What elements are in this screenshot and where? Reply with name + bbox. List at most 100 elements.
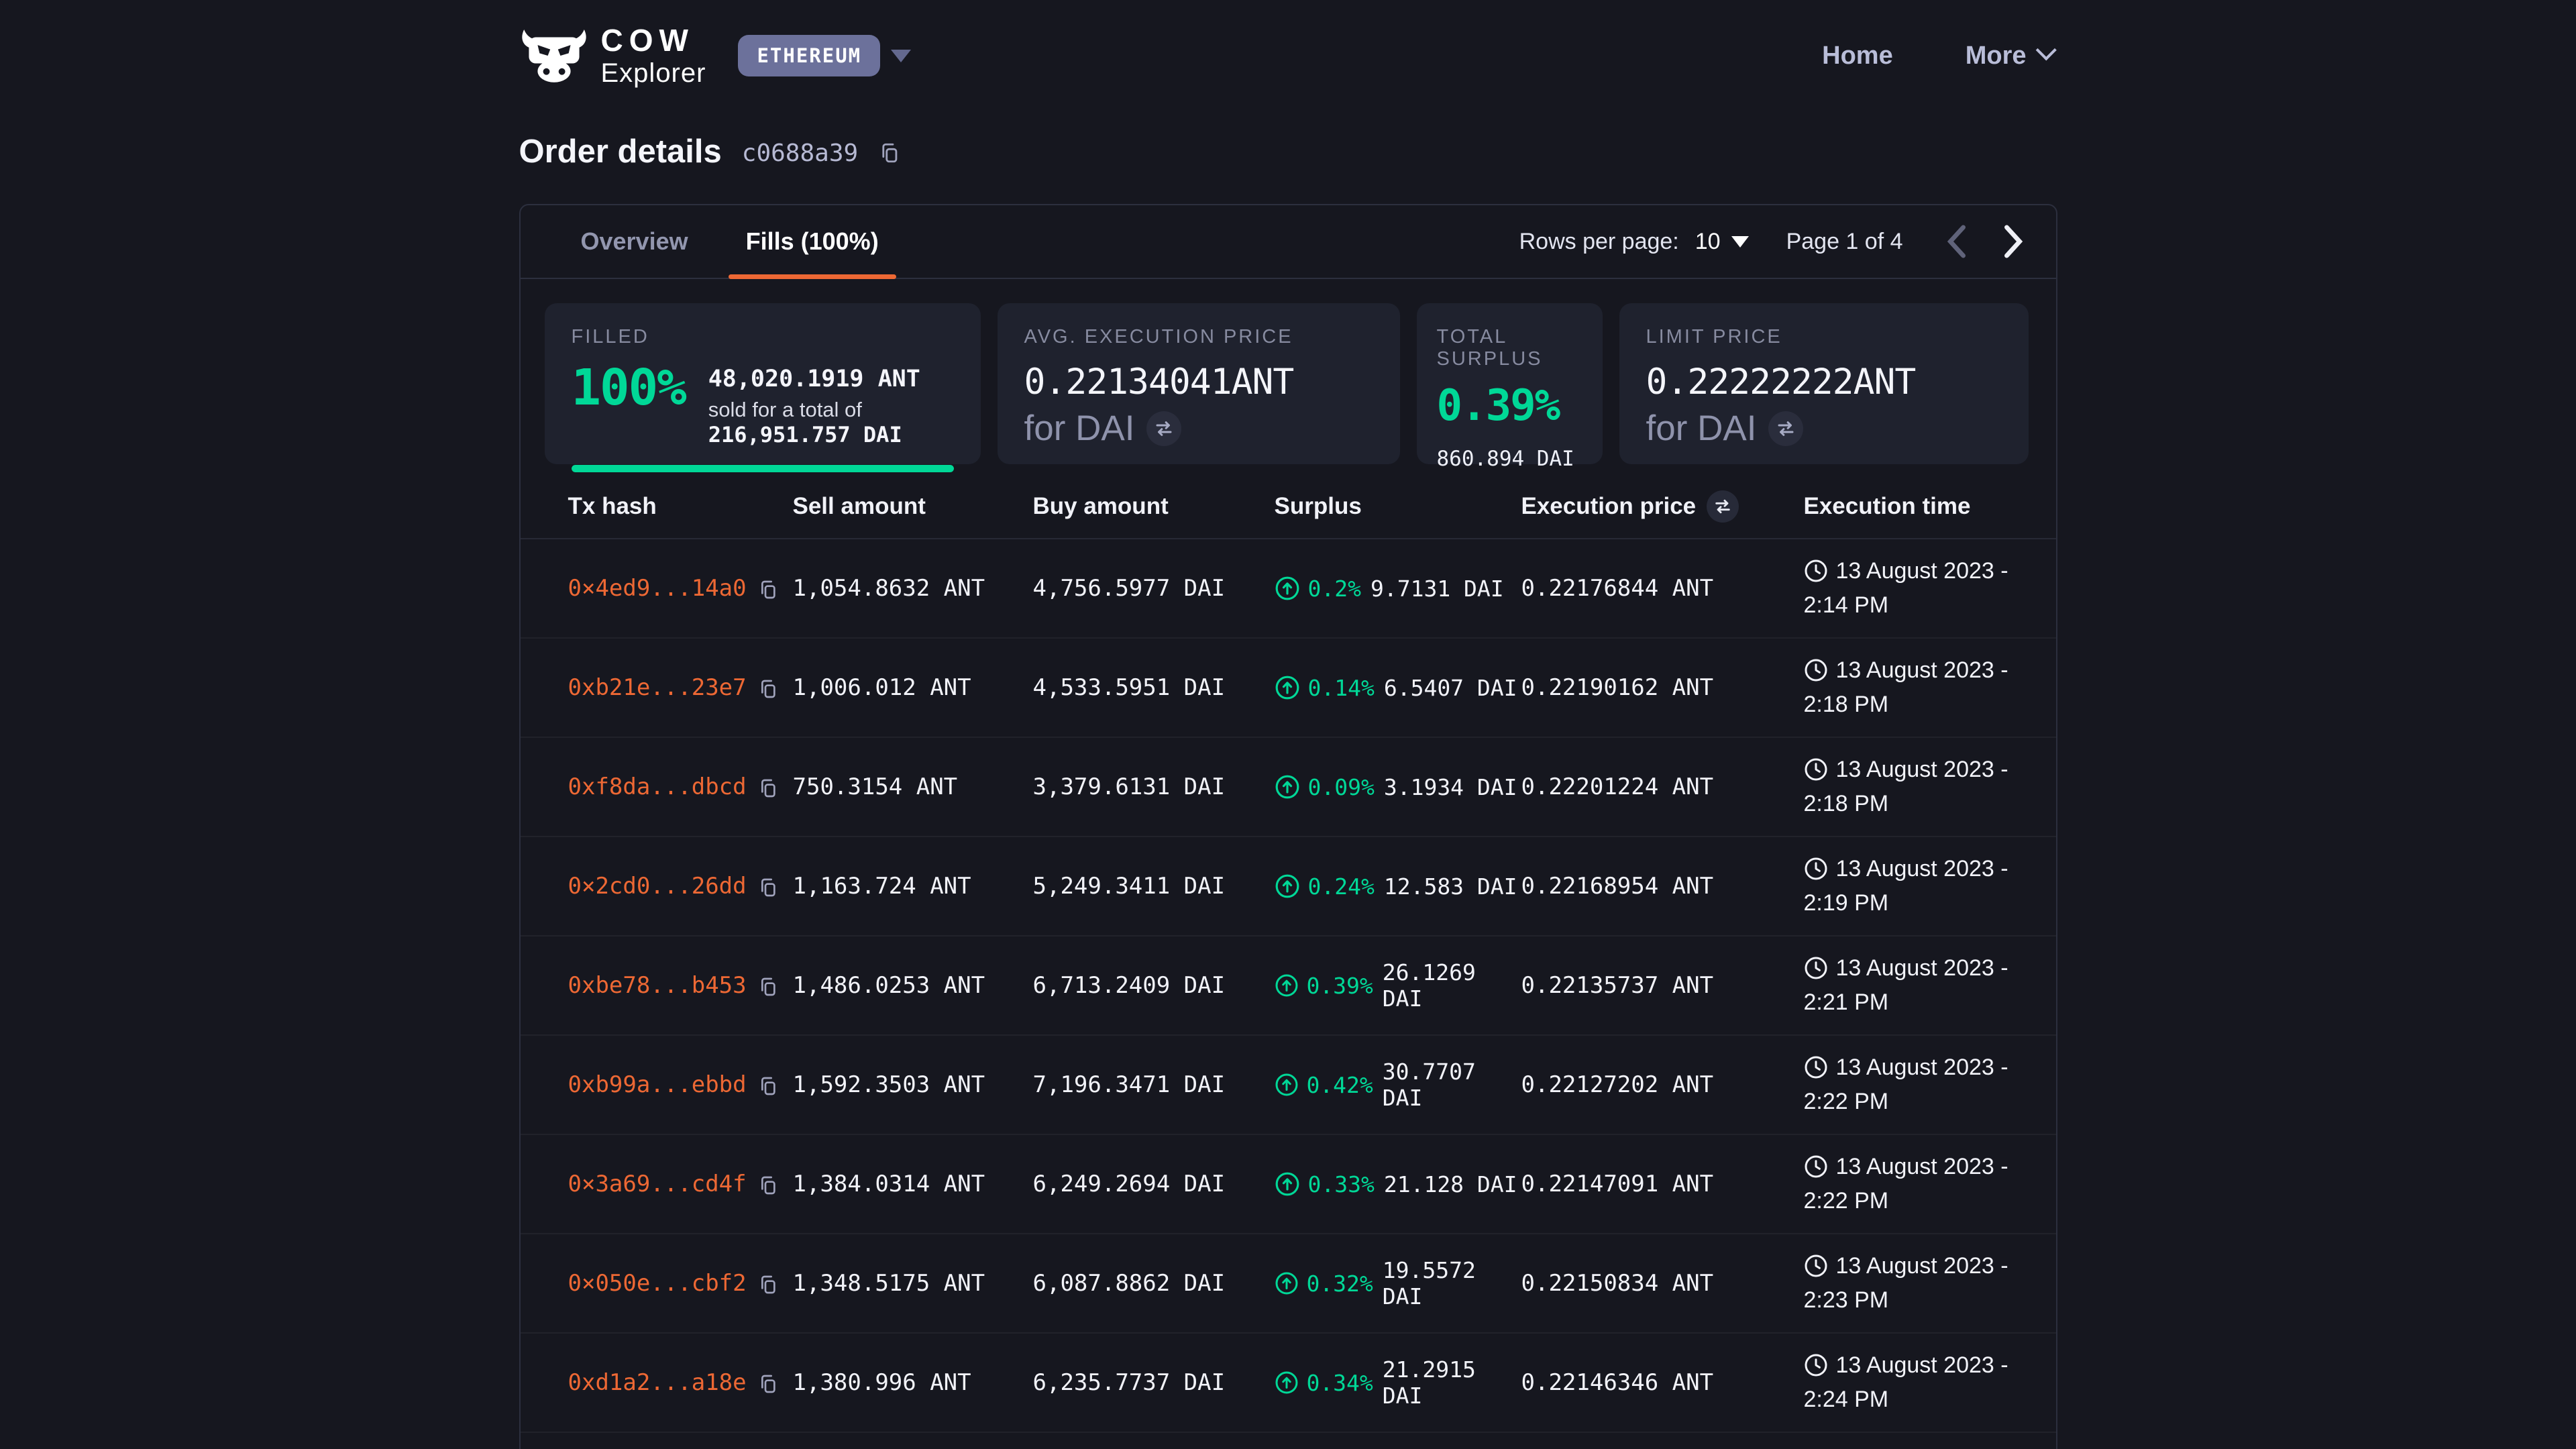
order-panel: Overview Fills (100%) Rows per page: 10 … xyxy=(519,204,2057,1449)
cow-head-icon xyxy=(519,28,589,83)
clock-icon xyxy=(1804,1155,1828,1179)
clock-icon xyxy=(1804,1254,1828,1278)
network-caret-icon xyxy=(891,50,911,62)
chevron-left-icon xyxy=(1946,225,1968,258)
invert-limit-price-button[interactable] xyxy=(1768,411,1803,446)
logo-text: COW Explorer xyxy=(601,25,706,87)
buy-amount-cell: 6,087.8862 DAI xyxy=(1033,1270,1275,1297)
rows-per-page-label: Rows per page: xyxy=(1519,229,1679,255)
network-badge[interactable]: ETHEREUM xyxy=(738,35,880,76)
avg-price-value: 0.22134041ANT xyxy=(1024,362,1373,402)
tx-hash-link[interactable]: 0×050e...cbf2 xyxy=(568,1270,747,1297)
nav-home-link[interactable]: Home xyxy=(1822,42,1893,70)
previous-page-button[interactable] xyxy=(1946,225,1968,258)
execution-time-text: 13 August 2023 - 2:19 PM xyxy=(1804,856,2008,916)
filled-subtext-value: 216,951.757 DAI xyxy=(708,422,902,447)
total-surplus-amount: 860.894 DAI xyxy=(1437,447,1582,471)
column-header-execution-price: Execution price xyxy=(1521,493,1697,520)
arrow-up-circle-icon xyxy=(1275,774,1300,800)
copy-tx-hash-button[interactable] xyxy=(757,579,779,600)
nav-more-link[interactable]: More xyxy=(1966,42,2051,70)
buy-amount-cell: 4,756.5977 DAI xyxy=(1033,575,1275,602)
tx-hash-link[interactable]: 0×4ed9...14a0 xyxy=(568,575,747,602)
avg-price-label: AVG. EXECUTION PRICE xyxy=(1024,326,1373,348)
execution-price-cell: 0.22146346 ANT xyxy=(1521,1369,1804,1396)
tx-hash-link[interactable]: 0×3a69...cd4f xyxy=(568,1171,747,1197)
copy-tx-hash-button[interactable] xyxy=(757,877,779,898)
column-header-tx-hash: Tx hash xyxy=(568,493,793,520)
surplus-percent: 0.09% xyxy=(1308,774,1375,800)
filled-subtext: sold for a total of 216,951.757 DAI xyxy=(708,398,954,447)
filled-label: FILLED xyxy=(572,326,954,348)
nav-more-label: More xyxy=(1966,42,2027,70)
buy-amount-cell: 3,379.6131 DAI xyxy=(1033,773,1275,800)
filled-subtext-prefix: sold for a total of xyxy=(708,398,862,421)
network-selector[interactable]: ETHEREUM xyxy=(738,35,911,76)
avg-price-unit: for DAI xyxy=(1024,408,1135,449)
execution-time-cell: 13 August 2023 - 2:22 PM xyxy=(1804,1051,2036,1119)
select-caret-icon xyxy=(1731,236,1749,248)
copy-tx-hash-button[interactable] xyxy=(757,678,779,700)
copy-tx-hash-button[interactable] xyxy=(757,1075,779,1097)
surplus-percent: 0.2% xyxy=(1308,576,1361,602)
table-row: 0×4ed9...14a0 1,054.8632 ANT 4,756.5977 … xyxy=(521,539,2056,639)
fills-table-body: 0×4ed9...14a0 1,054.8632 ANT 4,756.5977 … xyxy=(521,539,2056,1433)
execution-price-cell: 0.22147091 ANT xyxy=(1521,1171,1804,1197)
tx-hash-link[interactable]: 0xf8da...dbcd xyxy=(568,773,747,800)
fills-table-header: Tx hash Sell amount Buy amount Surplus E… xyxy=(521,475,2056,539)
surplus-amount: 12.583 DAI xyxy=(1384,873,1517,900)
sell-amount-cell: 1,054.8632 ANT xyxy=(793,575,1033,602)
tab-fills[interactable]: Fills (100%) xyxy=(729,205,896,278)
tx-hash-link[interactable]: 0xb99a...ebbd xyxy=(568,1071,747,1098)
execution-time-text: 13 August 2023 - 2:22 PM xyxy=(1804,1055,2008,1114)
surplus-percent: 0.33% xyxy=(1308,1171,1375,1197)
invert-execution-price-button[interactable] xyxy=(1707,490,1739,523)
avg-execution-price-card: AVG. EXECUTION PRICE 0.22134041ANT for D… xyxy=(998,303,1400,464)
surplus-percent: 0.32% xyxy=(1306,1271,1373,1297)
filled-amount: 48,020.1919 ANT xyxy=(708,366,954,392)
surplus-cell: 0.34% 21.2915 DAI xyxy=(1275,1356,1521,1409)
execution-price-cell: 0.22127202 ANT xyxy=(1521,1071,1804,1098)
clock-icon xyxy=(1804,857,1828,881)
copy-tx-hash-button[interactable] xyxy=(757,777,779,799)
table-row: 0xb99a...ebbd 1,592.3503 ANT 7,196.3471 … xyxy=(521,1036,2056,1135)
buy-amount-cell: 7,196.3471 DAI xyxy=(1033,1071,1275,1098)
total-surplus-card: TOTAL SURPLUS 0.39% 860.894 DAI xyxy=(1417,303,1603,464)
execution-time-text: 13 August 2023 - 2:18 PM xyxy=(1804,757,2008,816)
rows-per-page-select[interactable]: 10 xyxy=(1695,229,1749,255)
surplus-cell: 0.42% 30.7707 DAI xyxy=(1275,1059,1521,1111)
next-page-button[interactable] xyxy=(2002,225,2024,258)
table-row: 0×2cd0...26dd 1,163.724 ANT 5,249.3411 D… xyxy=(521,837,2056,936)
sell-amount-cell: 750.3154 ANT xyxy=(793,773,1033,800)
tx-hash-link[interactable]: 0xb21e...23e7 xyxy=(568,674,747,701)
swap-arrows-icon xyxy=(1713,497,1732,516)
column-header-execution-time: Execution time xyxy=(1804,493,2036,520)
page-indicator: Page 1 of 4 xyxy=(1786,229,1903,255)
copy-tx-hash-button[interactable] xyxy=(757,1274,779,1295)
tx-hash-link[interactable]: 0xd1a2...a18e xyxy=(568,1369,747,1396)
cow-explorer-logo[interactable]: COW Explorer xyxy=(519,25,706,87)
top-nav: Home More xyxy=(1822,42,2057,70)
invert-price-button[interactable] xyxy=(1146,411,1181,446)
surplus-amount: 19.5572 DAI xyxy=(1383,1257,1521,1309)
copy-tx-hash-button[interactable] xyxy=(757,1175,779,1196)
copy-icon xyxy=(757,877,779,898)
execution-time-cell: 13 August 2023 - 2:24 PM xyxy=(1804,1348,2036,1417)
arrow-up-circle-icon xyxy=(1275,576,1300,601)
tx-hash-link[interactable]: 0xbe78...b453 xyxy=(568,972,747,999)
copy-order-id-button[interactable] xyxy=(878,142,901,164)
tab-overview[interactable]: Overview xyxy=(564,205,706,278)
tx-hash-link[interactable]: 0×2cd0...26dd xyxy=(568,873,747,900)
copy-icon xyxy=(757,579,779,600)
swap-arrows-icon xyxy=(1154,419,1174,439)
table-row: 0xb21e...23e7 1,006.012 ANT 4,533.5951 D… xyxy=(521,639,2056,738)
surplus-percent: 0.39% xyxy=(1306,973,1373,999)
copy-tx-hash-button[interactable] xyxy=(757,976,779,998)
arrow-up-circle-icon xyxy=(1275,1370,1299,1395)
surplus-cell: 0.14% 6.5407 DAI xyxy=(1275,675,1521,701)
sell-amount-cell: 1,006.012 ANT xyxy=(793,674,1033,701)
table-row: 0×050e...cbf2 1,348.5175 ANT 6,087.8862 … xyxy=(521,1234,2056,1334)
execution-price-cell: 0.22201224 ANT xyxy=(1521,773,1804,800)
swap-arrows-icon xyxy=(1776,419,1796,439)
copy-tx-hash-button[interactable] xyxy=(757,1373,779,1395)
